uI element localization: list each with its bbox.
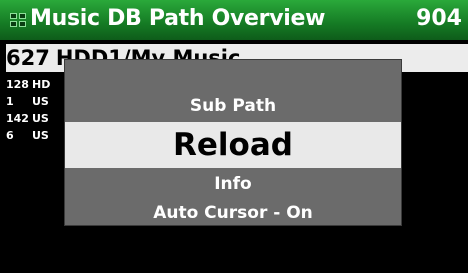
page-title: Music DB Path Overview (30, 6, 326, 31)
total-count: 904 (416, 6, 462, 31)
path-count: 128 (6, 78, 29, 91)
menu-item-reload[interactable]: Reload (65, 122, 401, 168)
context-menu-popup: Sub Path Reload Info Auto Cursor - On (64, 59, 402, 226)
path-count: 1 (6, 95, 14, 108)
path-count: 627 (6, 46, 50, 70)
path-name: US (32, 129, 49, 142)
menu-item-sub-path[interactable]: Sub Path (65, 95, 401, 117)
path-name: US (32, 95, 49, 108)
menu-item-info[interactable]: Info (65, 173, 401, 195)
title-bar: Music DB Path Overview 904 (0, 0, 468, 40)
path-name: US (32, 112, 49, 125)
menu-item-auto-cursor[interactable]: Auto Cursor - On (65, 202, 401, 224)
grid-icon (10, 13, 26, 27)
path-name: HD (32, 78, 51, 91)
path-count: 6 (6, 129, 14, 142)
path-count: 142 (6, 112, 29, 125)
